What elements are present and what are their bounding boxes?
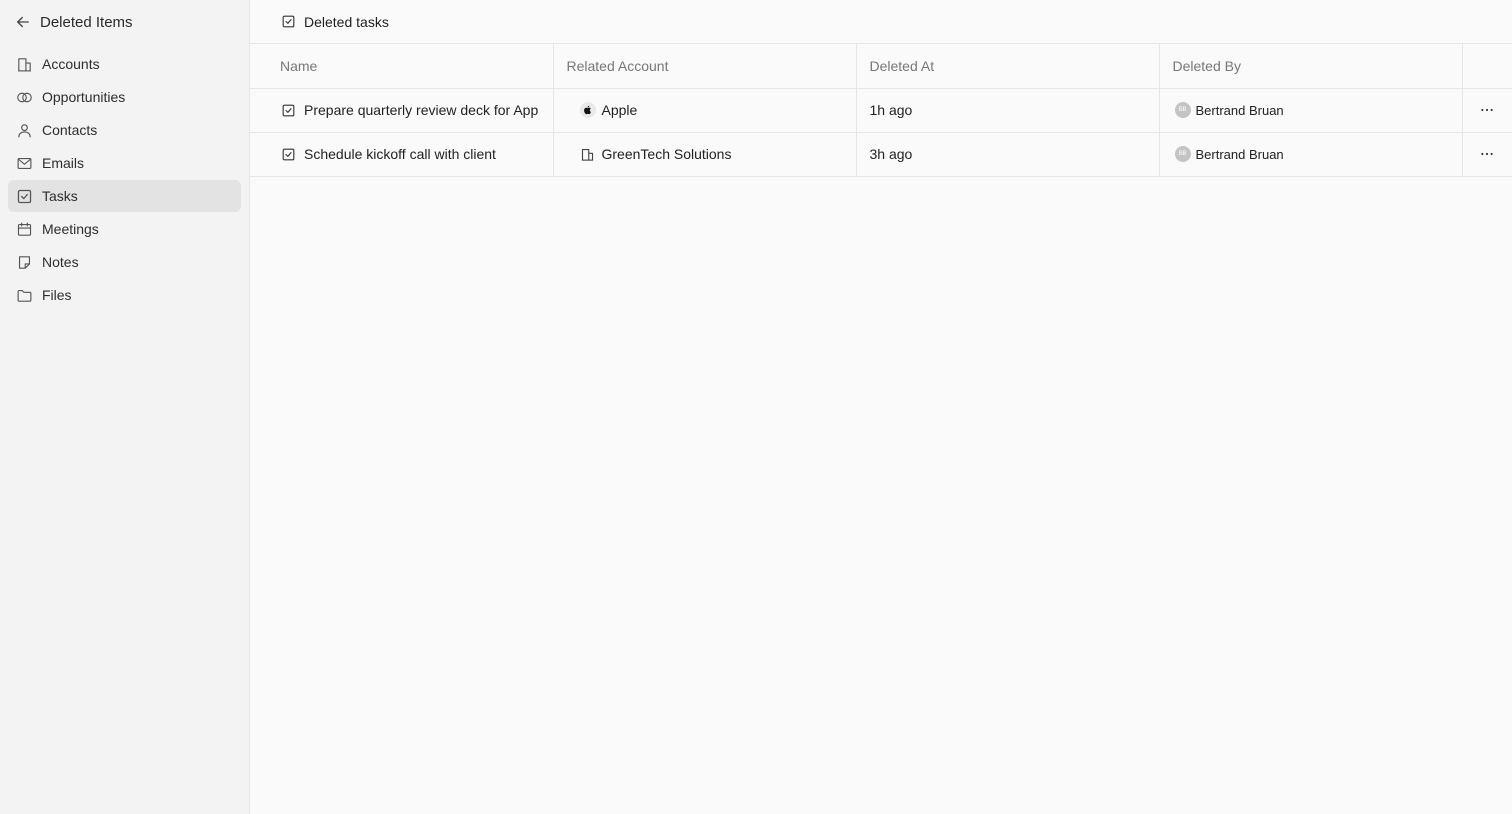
sidebar-item-files[interactable]: Files <box>8 279 241 311</box>
related-account-name: GreenTech Solutions <box>601 146 732 162</box>
sidebar-item-opportunities[interactable]: Opportunities <box>8 81 241 113</box>
related-account-cell: GreenTech Solutions <box>553 132 857 177</box>
related-account-cell: Apple <box>553 88 857 133</box>
table-header-row: Name Related Account Deleted At Deleted … <box>250 44 1512 89</box>
deleted-by-name: Bertrand Bruan <box>1195 146 1284 162</box>
more-horizontal-icon[interactable] <box>1479 146 1495 162</box>
sidebar-item-label: Emails <box>42 155 85 171</box>
task-name: Schedule kickoff call with client <box>304 146 496 162</box>
deleted-at-cell: 3h ago <box>856 132 1160 177</box>
sidebar-nav: Accounts Opportunities Contacts Emails T… <box>0 44 249 311</box>
deleted-by-cell: BB Bertrand Bruan <box>1159 88 1463 133</box>
deleted-at-cell: 1h ago <box>856 88 1160 133</box>
back-to-previous[interactable]: Deleted Items <box>0 0 249 44</box>
sidebar-item-label: Files <box>42 287 72 303</box>
deleted-by-cell: BB Bertrand Bruan <box>1159 132 1463 177</box>
more-horizontal-icon[interactable] <box>1479 102 1495 118</box>
deleted-at-value: 1h ago <box>869 102 913 118</box>
sidebar-item-notes[interactable]: Notes <box>8 246 241 278</box>
sidebar-item-contacts[interactable]: Contacts <box>8 114 241 146</box>
task-name: Prepare quarterly review deck for Apple <box>304 102 539 118</box>
apple-logo-icon <box>579 102 596 118</box>
table-row[interactable]: Schedule kickoff call with client GreenT… <box>250 132 1512 177</box>
page-header: Deleted tasks <box>250 0 1512 44</box>
building-icon <box>580 146 596 162</box>
sidebar: Deleted Items Accounts Opportunities Con… <box>0 0 250 814</box>
actions-cell <box>1462 132 1512 177</box>
sidebar-item-label: Tasks <box>42 188 78 204</box>
name-cell: Prepare quarterly review deck for Apple <box>250 88 554 133</box>
sidebar-item-label: Accounts <box>42 56 100 72</box>
related-account-name: Apple <box>601 102 638 118</box>
rings-icon <box>17 92 32 102</box>
actions-cell <box>1462 88 1512 133</box>
related-account-link[interactable]: GreenTech Solutions <box>554 146 856 162</box>
main-content: Deleted tasks Name Related Account Delet… <box>250 0 1512 814</box>
building-icon <box>18 57 31 71</box>
row-actions-button[interactable] <box>1463 102 1512 118</box>
app-root: Deleted Items Accounts Opportunities Con… <box>0 0 1512 814</box>
sidebar-item-tasks[interactable]: Tasks <box>8 180 241 212</box>
checkbox-icon <box>282 148 295 160</box>
person-icon <box>18 123 31 137</box>
column-header-name[interactable]: Name <box>250 44 554 89</box>
column-header-deleted-at[interactable]: Deleted At <box>856 44 1160 89</box>
column-header-related-account[interactable]: Related Account <box>553 44 857 89</box>
deleted-by-name: Bertrand Bruan <box>1195 102 1284 118</box>
checkbox-icon <box>17 189 32 203</box>
sidebar-item-accounts[interactable]: Accounts <box>8 48 241 80</box>
avatar: BB <box>1174 146 1191 162</box>
row-actions-button[interactable] <box>1463 146 1512 162</box>
checkbox-icon <box>282 15 295 28</box>
deleted-tasks-table: Name Related Account Deleted At Deleted … <box>250 44 1512 177</box>
sidebar-title: Deleted Items <box>40 13 133 31</box>
column-header-actions <box>1462 44 1512 89</box>
sidebar-item-label: Contacts <box>42 122 98 138</box>
mail-icon <box>17 157 32 169</box>
avatar: BB <box>1174 102 1191 118</box>
related-account-link[interactable]: Apple <box>554 102 856 118</box>
deleted-at-value: 3h ago <box>869 146 913 162</box>
name-cell: Schedule kickoff call with client <box>250 132 554 177</box>
sidebar-item-meetings[interactable]: Meetings <box>8 213 241 245</box>
table-row[interactable]: Prepare quarterly review deck for Apple … <box>250 88 1512 133</box>
note-icon <box>18 255 31 269</box>
sidebar-item-label: Notes <box>42 254 79 270</box>
sidebar-item-label: Meetings <box>42 221 99 237</box>
calendar-icon <box>17 222 32 236</box>
sidebar-item-label: Opportunities <box>42 89 126 105</box>
arrow-left-icon[interactable] <box>14 13 32 31</box>
page-title: Deleted tasks <box>304 13 389 30</box>
folder-icon <box>17 289 32 302</box>
checkbox-icon <box>282 104 295 116</box>
column-header-deleted-by[interactable]: Deleted By <box>1159 44 1463 89</box>
sidebar-item-emails[interactable]: Emails <box>8 147 241 179</box>
